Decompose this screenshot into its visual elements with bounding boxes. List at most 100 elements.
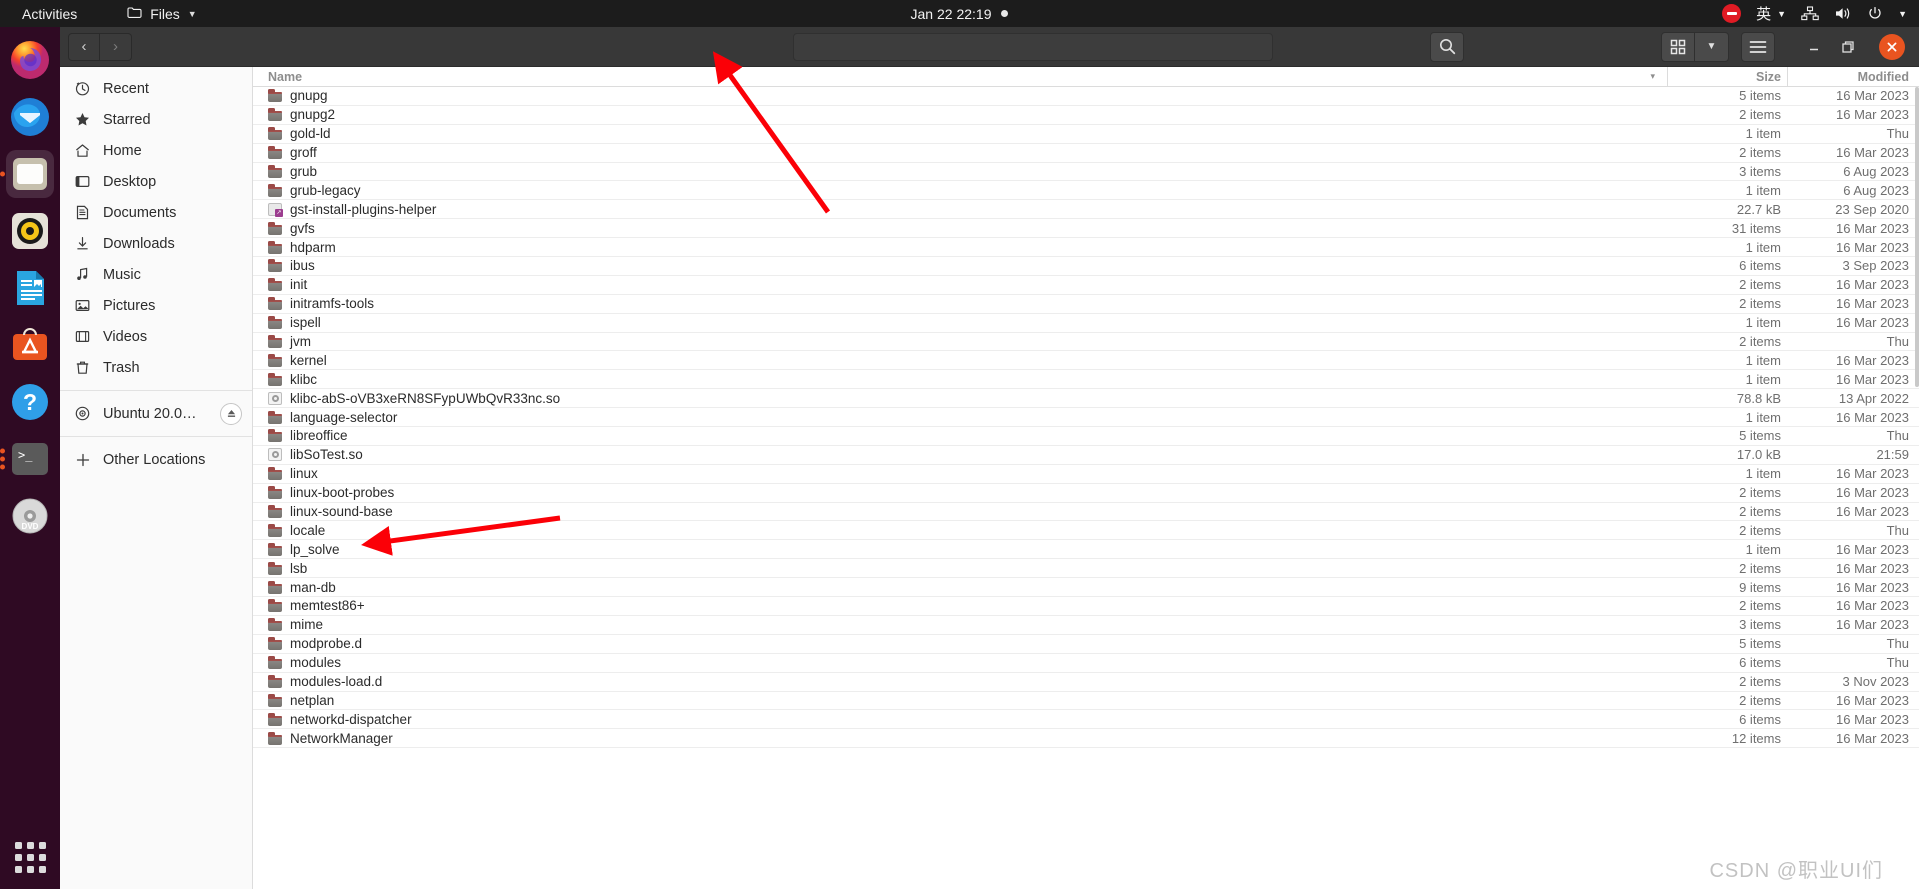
table-row[interactable]: libreoffice 5 items Thu [253, 427, 1919, 446]
sidebar-item-trash[interactable]: Trash [60, 352, 252, 383]
sidebar-item-home[interactable]: Home [60, 135, 252, 166]
column-header-modified[interactable]: Modified [1787, 67, 1919, 86]
table-row[interactable]: gold-ld 1 item Thu [253, 125, 1919, 144]
maximize-button[interactable] [1831, 32, 1865, 62]
file-name-cell[interactable]: klibc [253, 372, 1667, 387]
dock-item-firefox[interactable] [6, 36, 54, 84]
sidebar-item-desktop[interactable]: Desktop [60, 166, 252, 197]
table-row[interactable]: gnupg 5 items 16 Mar 2023 [253, 87, 1919, 106]
file-name-cell[interactable]: modules [253, 655, 1667, 670]
table-row[interactable]: networkd-dispatcher 6 items 16 Mar 2023 [253, 710, 1919, 730]
dock-item-dvd[interactable]: DVD [6, 492, 54, 540]
system-menu-chevron-icon[interactable]: ▼ [1898, 9, 1907, 19]
eject-icon[interactable] [220, 402, 242, 425]
file-name-cell[interactable]: grub-legacy [253, 183, 1667, 198]
table-row[interactable]: grub 3 items 6 Aug 2023 [253, 163, 1919, 182]
dock-item-terminal[interactable]: >_ [0, 435, 54, 483]
table-row[interactable]: NetworkManager 12 items 16 Mar 2023 [253, 729, 1919, 749]
table-row[interactable]: linux-boot-probes 2 items 16 Mar 2023 [253, 484, 1919, 503]
dock-item-thunderbird[interactable] [6, 93, 54, 141]
file-name-cell[interactable]: jvm [253, 334, 1667, 349]
table-row[interactable]: gnupg2 2 items 16 Mar 2023 [253, 106, 1919, 125]
table-row[interactable]: init 2 items 16 Mar 2023 [253, 276, 1919, 295]
file-name-cell[interactable]: gnupg2 [253, 107, 1667, 122]
table-row[interactable]: klibc 1 item 16 Mar 2023 [253, 370, 1919, 390]
file-name-cell[interactable]: ispell [253, 315, 1667, 330]
table-row[interactable]: grub-legacy 1 item 6 Aug 2023 [253, 181, 1919, 201]
table-row[interactable]: memtest86+ 2 items 16 Mar 2023 [253, 597, 1919, 616]
file-name-cell[interactable]: linux-boot-probes [253, 485, 1667, 500]
sidebar-item-videos[interactable]: Videos [60, 321, 252, 352]
sidebar-item-documents[interactable]: Documents [60, 197, 252, 228]
column-header-name[interactable]: Name ▾ [253, 67, 1667, 86]
file-name-cell[interactable]: hdparm [253, 240, 1667, 255]
file-name-cell[interactable]: gold-ld [253, 126, 1667, 141]
clock-menu[interactable]: Jan 22 22:19 [911, 6, 1009, 22]
file-name-cell[interactable]: ↗ gst-install-plugins-helper [253, 202, 1667, 217]
table-row[interactable]: linux 1 item 16 Mar 2023 [253, 465, 1919, 484]
file-name-cell[interactable]: modules-load.d [253, 674, 1667, 689]
activities-button[interactable]: Activities [14, 4, 85, 24]
file-name-cell[interactable]: modprobe.d [253, 636, 1667, 651]
table-row[interactable]: ↗ gst-install-plugins-helper 22.7 kB 23 Sep… [253, 200, 1919, 220]
show-applications-button[interactable] [0, 842, 60, 873]
sidebar-item-music[interactable]: Music [60, 259, 252, 290]
file-name-cell[interactable]: klibc-abS-oVB3xeRN8SFypUWbQvR33nc.so [253, 391, 1667, 406]
file-name-cell[interactable]: linux [253, 466, 1667, 481]
file-name-cell[interactable]: groff [253, 145, 1667, 160]
table-row[interactable]: modules 6 items Thu [253, 654, 1919, 673]
file-name-cell[interactable]: lp_solve [253, 542, 1667, 557]
file-name-cell[interactable]: networkd-dispatcher [253, 712, 1667, 727]
vertical-scrollbar[interactable] [1915, 87, 1919, 387]
table-row[interactable]: gvfs 31 items 16 Mar 2023 [253, 219, 1919, 239]
grid-view-button[interactable] [1661, 31, 1695, 62]
table-row[interactable]: mime 3 items 16 Mar 2023 [253, 616, 1919, 635]
file-name-cell[interactable]: lsb [253, 561, 1667, 576]
sidebar-item-starred[interactable]: Starred [60, 104, 252, 135]
table-row[interactable]: hdparm 1 item 16 Mar 2023 [253, 238, 1919, 258]
file-name-cell[interactable]: init [253, 277, 1667, 292]
view-options-button[interactable]: ▼ [1695, 31, 1729, 62]
sidebar-item-other-locations[interactable]: Other Locations [60, 444, 252, 475]
file-name-cell[interactable]: libSoTest.so [253, 447, 1667, 462]
minimize-button[interactable] [1797, 32, 1831, 62]
table-row[interactable]: klibc-abS-oVB3xeRN8SFypUWbQvR33nc.so 78.8… [253, 389, 1919, 409]
close-button[interactable] [1879, 33, 1905, 60]
dock-item-ubuntu-software[interactable] [6, 321, 54, 369]
table-row[interactable]: initramfs-tools 2 items 16 Mar 2023 [253, 295, 1919, 314]
file-name-cell[interactable]: NetworkManager [253, 731, 1667, 746]
back-button[interactable]: ‹ [68, 32, 100, 61]
sidebar-item-recent[interactable]: Recent [60, 73, 252, 104]
file-name-cell[interactable]: initramfs-tools [253, 296, 1667, 311]
sidebar-item-downloads[interactable]: Downloads [60, 228, 252, 259]
file-name-cell[interactable]: mime [253, 617, 1667, 632]
table-row[interactable]: lp_solve 1 item 16 Mar 2023 [253, 540, 1919, 560]
file-name-cell[interactable]: memtest86+ [253, 598, 1667, 613]
main-menu-button[interactable] [1741, 31, 1775, 62]
file-name-cell[interactable]: netplan [253, 693, 1667, 708]
dock-item-libreoffice[interactable] [6, 264, 54, 312]
sidebar-item-ubuntu-disc[interactable]: Ubuntu 20.0… [60, 398, 252, 429]
table-row[interactable]: groff 2 items 16 Mar 2023 [253, 144, 1919, 163]
file-name-cell[interactable]: language-selector [253, 410, 1667, 425]
do-not-disturb-icon[interactable] [1722, 4, 1742, 23]
table-row[interactable]: ispell 1 item 16 Mar 2023 [253, 314, 1919, 333]
file-name-cell[interactable]: linux-sound-base [253, 504, 1667, 519]
table-row[interactable]: netplan 2 items 16 Mar 2023 [253, 692, 1919, 711]
dock-item-files[interactable] [0, 150, 54, 198]
sidebar-item-pictures[interactable]: Pictures [60, 290, 252, 321]
table-row[interactable]: language-selector 1 item 16 Mar 2023 [253, 408, 1919, 428]
power-icon[interactable] [1867, 6, 1883, 21]
file-name-cell[interactable]: kernel [253, 353, 1667, 368]
table-row[interactable]: modules-load.d 2 items 3 Nov 2023 [253, 673, 1919, 692]
column-header-size[interactable]: Size [1667, 67, 1787, 86]
table-row[interactable]: lsb 2 items 16 Mar 2023 [253, 559, 1919, 579]
search-input[interactable] [793, 32, 1273, 61]
table-row[interactable]: man-db 9 items 16 Mar 2023 [253, 578, 1919, 598]
file-name-cell[interactable]: man-db [253, 580, 1667, 595]
input-method-indicator[interactable]: 英 ▼ [1756, 3, 1786, 24]
file-name-cell[interactable]: ibus [253, 258, 1667, 273]
file-name-cell[interactable]: locale [253, 523, 1667, 538]
table-row[interactable]: kernel 1 item 16 Mar 2023 [253, 351, 1919, 371]
file-name-cell[interactable]: gnupg [253, 88, 1667, 103]
